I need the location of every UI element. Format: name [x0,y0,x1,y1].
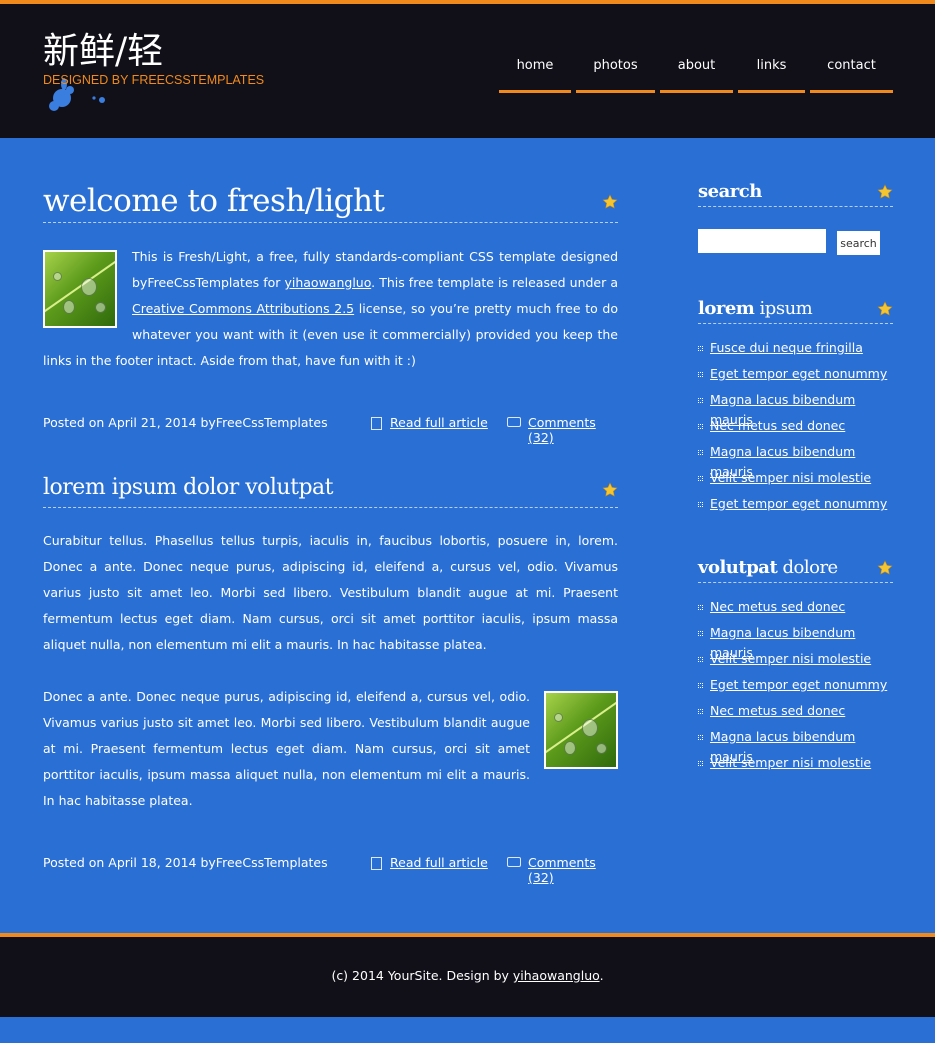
footer-text: (c) 2014 YourSite. Design by [331,968,513,983]
sidebar-link[interactable]: Velit semper nisi molestie [710,470,871,485]
post-title-text[interactable]: lorem ipsum dolor volutpat [43,475,333,500]
sidebar-link[interactable]: Nec metus sed donec [710,599,845,614]
list-bullet-icon [698,683,703,688]
list-item: Eget tempor eget nonummy [698,675,893,701]
sidebar-link[interactable]: Eget tempor eget nonummy [710,366,887,381]
post-title: welcome to fresh/light [43,182,618,223]
post-meta: Posted on April 21, 2014 byFreeCssTempla… [43,415,618,445]
sidebar-link[interactable]: Velit semper nisi molestie [710,651,871,666]
post-title: lorem ipsum dolor volutpat [43,472,618,508]
list-item: Velit semper nisi molestie [698,753,893,779]
list-item: Fusce dui neque fringilla [698,338,893,364]
list-item: Magna lacus bibendum mauris [698,442,893,479]
list-bullet-icon [698,372,703,377]
list-bullet-icon [698,424,703,429]
search-button[interactable]: search [837,231,880,255]
post-title-text[interactable]: welcome to fresh/light [43,183,385,219]
sidebar-link[interactable]: Eget tempor eget nonummy [710,496,887,511]
nav-item-home[interactable]: home [499,58,571,93]
list-bullet-icon [698,605,703,610]
posted-date: Posted on April 21, 2014 byFreeCssTempla… [43,415,328,430]
star-icon [602,194,618,209]
nav-item-links[interactable]: links [738,58,805,93]
nav-item-photos[interactable]: photos [576,58,655,93]
footer-text: . [599,968,604,983]
list-bullet-icon [698,657,703,662]
list-bullet-icon [698,346,703,351]
list-bullet-icon [698,476,703,481]
post-thumbnail-leaf [544,691,618,769]
list-item: Eget tempor eget nonummy [698,494,893,520]
author-link[interactable]: yihaowangluo [284,275,371,290]
comments-link[interactable]: Comments (32) [508,855,618,885]
sidebar-link[interactable]: Nec metus sed donec [710,418,845,433]
list-bullet-icon [698,450,703,455]
read-full-article-link[interactable]: Read full article [371,855,488,870]
list-bullet-icon [698,761,703,766]
search-input[interactable] [698,229,826,253]
list-item: Magna lacus bibendum mauris [698,390,893,427]
read-full-article-link[interactable]: Read full article [371,415,488,430]
star-icon [877,301,893,316]
license-link[interactable]: Creative Commons Attributions 2.5 [132,301,354,316]
post-paragraph: Donec a ante. Donec neque purus, adipisc… [43,689,530,808]
list-item: Velit semper nisi molestie [698,649,893,675]
list-item: Nec metus sed donec [698,597,893,623]
sidebar-link[interactable]: Eget tempor eget nonummy [710,677,887,692]
list-bullet-icon [698,735,703,740]
sidebar-title-lorem-ipsum: lorem ipsum [698,297,893,324]
nav-item-about[interactable]: about [660,58,733,93]
list-item: Velit semper nisi molestie [698,468,893,494]
sidebar-title-search: search [698,180,893,207]
star-icon [877,560,893,575]
posted-date: Posted on April 18, 2014 byFreeCssTempla… [43,855,328,870]
sidebar-title-text: search [698,181,762,202]
site-logo-title[interactable]: 新鲜/轻 [43,30,163,74]
site-logo-subtitle: DESIGNED BY FREECSSTEMPLATES [43,73,265,87]
list-item: Magna lacus bibendum mauris [698,623,893,660]
sidebar-link[interactable]: Fusce dui neque fringilla [710,340,863,355]
star-icon [602,482,618,497]
post-paragraph: Curabitur tellus. Phasellus tellus turpi… [43,533,618,652]
list-bullet-icon [698,709,703,714]
star-icon [877,184,893,199]
list-bullet-icon [698,398,703,403]
sidebar-link-list: Fusce dui neque fringilla Eget tempor eg… [698,338,893,520]
list-bullet-icon [698,631,703,636]
post-body-text: . This free template is released under a [371,275,618,290]
list-item: Magna lacus bibendum mauris [698,727,893,764]
header: 新鲜/轻 DESIGNED BY FREECSSTEMPLATES home p… [0,4,935,138]
post-body: This is Fresh/Light, a free, fully stand… [43,244,618,374]
sidebar-title-rest: dolore [777,557,839,578]
footer-copyright: (c) 2014 YourSite. Design by yihaowanglu… [0,968,935,983]
sidebar-title-volutpat-dolore: volutpat dolore [698,556,893,583]
footer: (c) 2014 YourSite. Design by yihaowanglu… [0,937,935,1017]
footer-design-link[interactable]: yihaowangluo [513,968,600,983]
sidebar-link[interactable]: Nec metus sed donec [710,703,845,718]
list-item: Nec metus sed donec [698,416,893,442]
sidebar-title-bold: lorem [698,298,755,319]
sidebar-title-rest: ipsum [754,298,813,319]
list-item: Nec metus sed donec [698,701,893,727]
post-meta: Posted on April 18, 2014 byFreeCssTempla… [43,855,618,885]
comments-link[interactable]: Comments (32) [508,415,618,445]
list-bullet-icon [698,502,703,507]
list-item: Eget tempor eget nonummy [698,364,893,390]
sidebar-link[interactable]: Velit semper nisi molestie [710,755,871,770]
sidebar-title-bold: volutpat [698,557,778,578]
nav-item-contact[interactable]: contact [810,58,893,93]
thumb-float-spacer [43,244,132,348]
sidebar-link-list: Nec metus sed donec Magna lacus bibendum… [698,597,893,779]
